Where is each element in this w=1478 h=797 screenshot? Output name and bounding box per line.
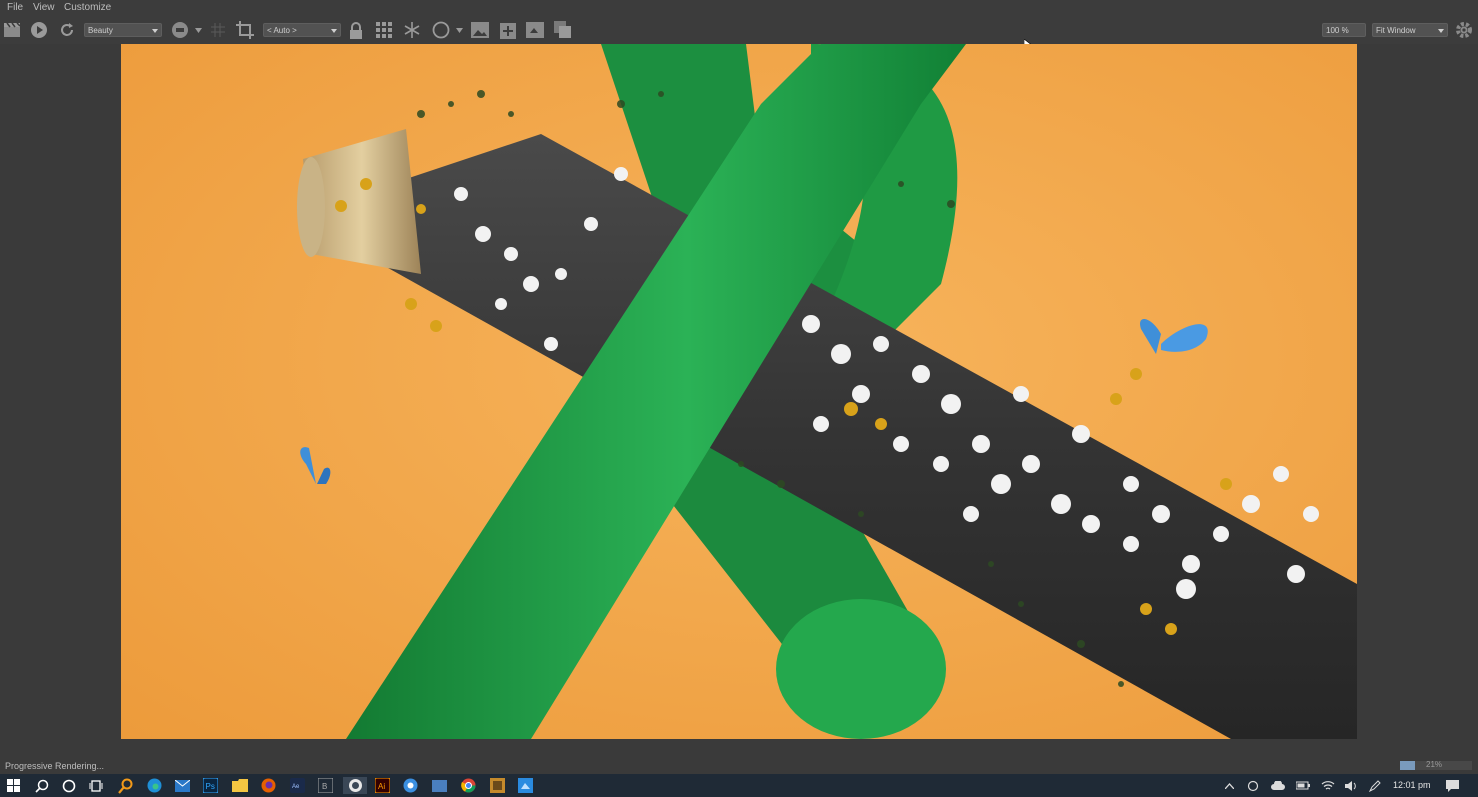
render-toolbar: Beauty < Auto > 100 % Fit Window xyxy=(0,16,1478,53)
premiere-icon[interactable]: B xyxy=(317,777,334,794)
adobe-app-icon[interactable]: Ae xyxy=(289,777,306,794)
battery-icon[interactable] xyxy=(1295,778,1311,793)
menu-customize[interactable]: Customize xyxy=(64,2,111,13)
region-grid-icon[interactable] xyxy=(209,20,227,40)
chevron-down-icon[interactable] xyxy=(454,20,464,40)
windows-taskbar: Ps Ae B Ai 12:01 pm xyxy=(0,774,1478,797)
chevron-up-icon[interactable] xyxy=(1222,778,1236,793)
menu-view[interactable]: View xyxy=(33,2,55,13)
chrome-canary-icon[interactable] xyxy=(402,777,419,794)
chevron-down-icon[interactable] xyxy=(193,20,203,40)
render-scene xyxy=(121,44,1357,739)
fit-select-value: Fit Window xyxy=(1376,26,1416,35)
image-icon[interactable] xyxy=(470,20,490,40)
file-explorer-icon[interactable] xyxy=(231,777,248,794)
status-bar: Progressive Rendering... 21% xyxy=(0,757,1478,774)
zoom-value: 100 % xyxy=(1326,26,1349,35)
illustrator-icon[interactable]: Ai xyxy=(374,777,391,794)
svg-text:Ps: Ps xyxy=(206,782,215,791)
render-play-button[interactable] xyxy=(29,20,49,40)
magnifier-app-icon[interactable] xyxy=(117,777,134,794)
mail-alt-icon[interactable] xyxy=(431,777,448,794)
volume-icon[interactable] xyxy=(1343,778,1359,793)
render-progress-label: 21% xyxy=(1426,760,1443,769)
output-icon[interactable] xyxy=(170,20,190,40)
clapperboard-icon[interactable] xyxy=(2,20,22,40)
channel-select[interactable]: Beauty xyxy=(84,23,162,37)
firefox-icon[interactable] xyxy=(260,777,277,794)
svg-text:B: B xyxy=(322,782,327,791)
render-image xyxy=(121,44,1357,739)
snowflake-icon[interactable] xyxy=(402,20,422,40)
search-icon[interactable] xyxy=(33,777,50,794)
render-view-app-icon[interactable] xyxy=(343,777,367,794)
render-progress-bar: 21% xyxy=(1400,760,1472,770)
taskbar-clock[interactable]: 12:01 pm xyxy=(1393,780,1431,790)
cloud-icon[interactable] xyxy=(1270,778,1286,793)
mail-icon[interactable] xyxy=(174,777,191,794)
lock-icon[interactable] xyxy=(347,20,365,40)
pen-icon[interactable] xyxy=(1367,778,1383,793)
menu-file[interactable]: File xyxy=(7,2,23,13)
copy-icon[interactable] xyxy=(553,20,573,40)
menu-bar: File View Customize xyxy=(0,0,1478,16)
zoom-stepper[interactable]: 100 % xyxy=(1322,23,1366,37)
gear-icon[interactable] xyxy=(1454,20,1474,40)
folder-app-icon[interactable] xyxy=(489,777,506,794)
svg-text:Ai: Ai xyxy=(378,782,385,791)
cortana-icon[interactable] xyxy=(60,777,77,794)
fit-select[interactable]: Fit Window xyxy=(1372,23,1448,37)
edge-icon[interactable] xyxy=(146,777,163,794)
render-progress-fill xyxy=(1400,761,1416,770)
region-select-value: < Auto > xyxy=(267,26,297,35)
export-image-icon[interactable] xyxy=(525,20,545,40)
tray-app-icon[interactable] xyxy=(1246,778,1260,793)
task-view-icon[interactable] xyxy=(87,777,104,794)
region-select[interactable]: < Auto > xyxy=(263,23,341,37)
wifi-icon[interactable] xyxy=(1320,778,1336,793)
circle-icon[interactable] xyxy=(431,20,451,40)
render-viewport[interactable] xyxy=(0,44,1478,741)
channel-select-value: Beauty xyxy=(88,26,113,35)
status-message: Progressive Rendering... xyxy=(5,761,105,771)
photoshop-icon[interactable]: Ps xyxy=(202,777,219,794)
chrome-icon[interactable] xyxy=(460,777,477,794)
crop-icon[interactable] xyxy=(235,20,255,40)
blue-app-icon[interactable] xyxy=(517,777,534,794)
add-image-icon[interactable] xyxy=(497,20,517,40)
svg-text:Ae: Ae xyxy=(292,784,300,790)
notification-icon[interactable] xyxy=(1444,778,1460,793)
windows-start-icon[interactable] xyxy=(5,777,22,794)
grid-icon[interactable] xyxy=(374,20,394,40)
refresh-icon[interactable] xyxy=(58,20,76,40)
